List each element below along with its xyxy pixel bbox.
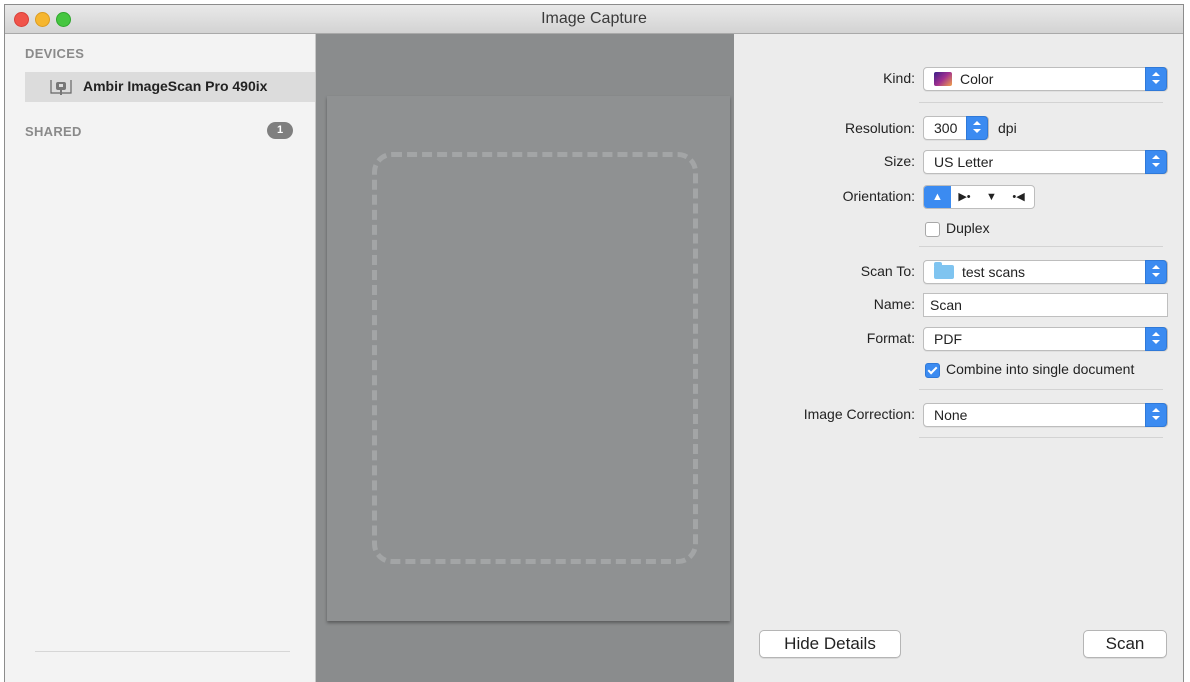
orientation-upside-down-button[interactable]: ▼ <box>978 186 1005 208</box>
scan-to-popup[interactable]: test scans <box>923 260 1168 284</box>
format-stepper <box>1145 327 1167 351</box>
duplex-checkbox[interactable] <box>925 222 940 237</box>
size-label: Size: <box>883 153 915 169</box>
image-correction-popup[interactable]: None <box>923 403 1168 427</box>
person-upside-down-icon: ▼ <box>986 191 997 203</box>
resolution-popup[interactable]: 300 <box>923 116 989 140</box>
format-popup[interactable]: PDF <box>923 327 1168 351</box>
scan-to-value: test scans <box>962 264 1026 280</box>
image-correction-value: None <box>934 407 968 423</box>
orientation-rotate-left-button[interactable]: •◀ <box>1005 186 1032 208</box>
size-stepper <box>1145 150 1167 174</box>
color-swatch-icon <box>934 72 952 86</box>
size-popup[interactable]: US Letter <box>923 150 1168 174</box>
format-label: Format: <box>866 330 915 346</box>
scan-to-label: Scan To: <box>860 263 915 279</box>
window-title: Image Capture <box>541 10 647 27</box>
scanner-icon <box>47 77 75 97</box>
kind-value: Color <box>960 71 994 87</box>
image-capture-window: Image Capture DEVICES Ambir ImageScan Pr… <box>4 4 1184 682</box>
image-correction-stepper <box>1145 403 1167 427</box>
separator <box>919 437 1163 438</box>
shared-header: SHARED <box>25 124 82 139</box>
hide-details-button[interactable]: Hide Details <box>759 630 901 658</box>
format-value: PDF <box>934 331 962 347</box>
folder-icon <box>934 262 954 279</box>
separator <box>919 246 1163 247</box>
combine-checkbox[interactable] <box>925 363 940 378</box>
scan-to-stepper <box>1145 260 1167 284</box>
orientation-portrait-button[interactable]: ▲ <box>924 186 951 208</box>
person-rotated-left-icon: •◀ <box>1012 191 1025 203</box>
sidebar-divider <box>35 651 290 652</box>
resolution-label: Resolution: <box>844 120 915 136</box>
combine-label: Combine into single document <box>946 361 1135 377</box>
orientation-rotate-right-button[interactable]: ▶• <box>951 186 978 208</box>
devices-header: DEVICES <box>25 46 85 61</box>
kind-popup[interactable]: Color <box>923 67 1168 91</box>
scan-region-placeholder <box>372 152 698 564</box>
duplex-label: Duplex <box>946 220 990 236</box>
size-value: US Letter <box>934 154 994 170</box>
sidebar-item-scanner[interactable]: Ambir ImageScan Pro 490ix <box>25 72 315 102</box>
person-upright-icon: ▲ <box>932 191 943 203</box>
resolution-value: 300 <box>934 120 958 136</box>
separator <box>919 389 1163 390</box>
shared-count-badge: 1 <box>267 122 293 139</box>
separator <box>919 102 1163 103</box>
titlebar[interactable]: Image Capture <box>5 5 1183 34</box>
sidebar: DEVICES Ambir ImageScan Pro 490ix SHARED… <box>5 34 316 682</box>
dpi-unit: dpi <box>998 120 1017 136</box>
orientation-label: Orientation: <box>842 188 915 204</box>
scan-preview-area[interactable] <box>316 34 734 682</box>
scan-button[interactable]: Scan <box>1083 630 1167 658</box>
orientation-segmented-control[interactable]: ▲ ▶• ▼ •◀ <box>923 185 1035 209</box>
name-label: Name: <box>873 296 915 312</box>
preview-page <box>327 96 730 621</box>
kind-label: Kind: <box>883 70 915 86</box>
kind-stepper <box>1145 67 1167 91</box>
name-value: Scan <box>930 297 962 313</box>
device-name-label: Ambir ImageScan Pro 490ix <box>83 78 268 94</box>
resolution-stepper <box>966 116 988 140</box>
details-panel: Kind: Color Resolution: 300 dpi Size: US… <box>735 34 1183 682</box>
person-rotated-right-icon: ▶• <box>958 191 971 203</box>
name-field[interactable]: Scan <box>923 293 1168 317</box>
image-correction-label: Image Correction: <box>803 406 915 422</box>
